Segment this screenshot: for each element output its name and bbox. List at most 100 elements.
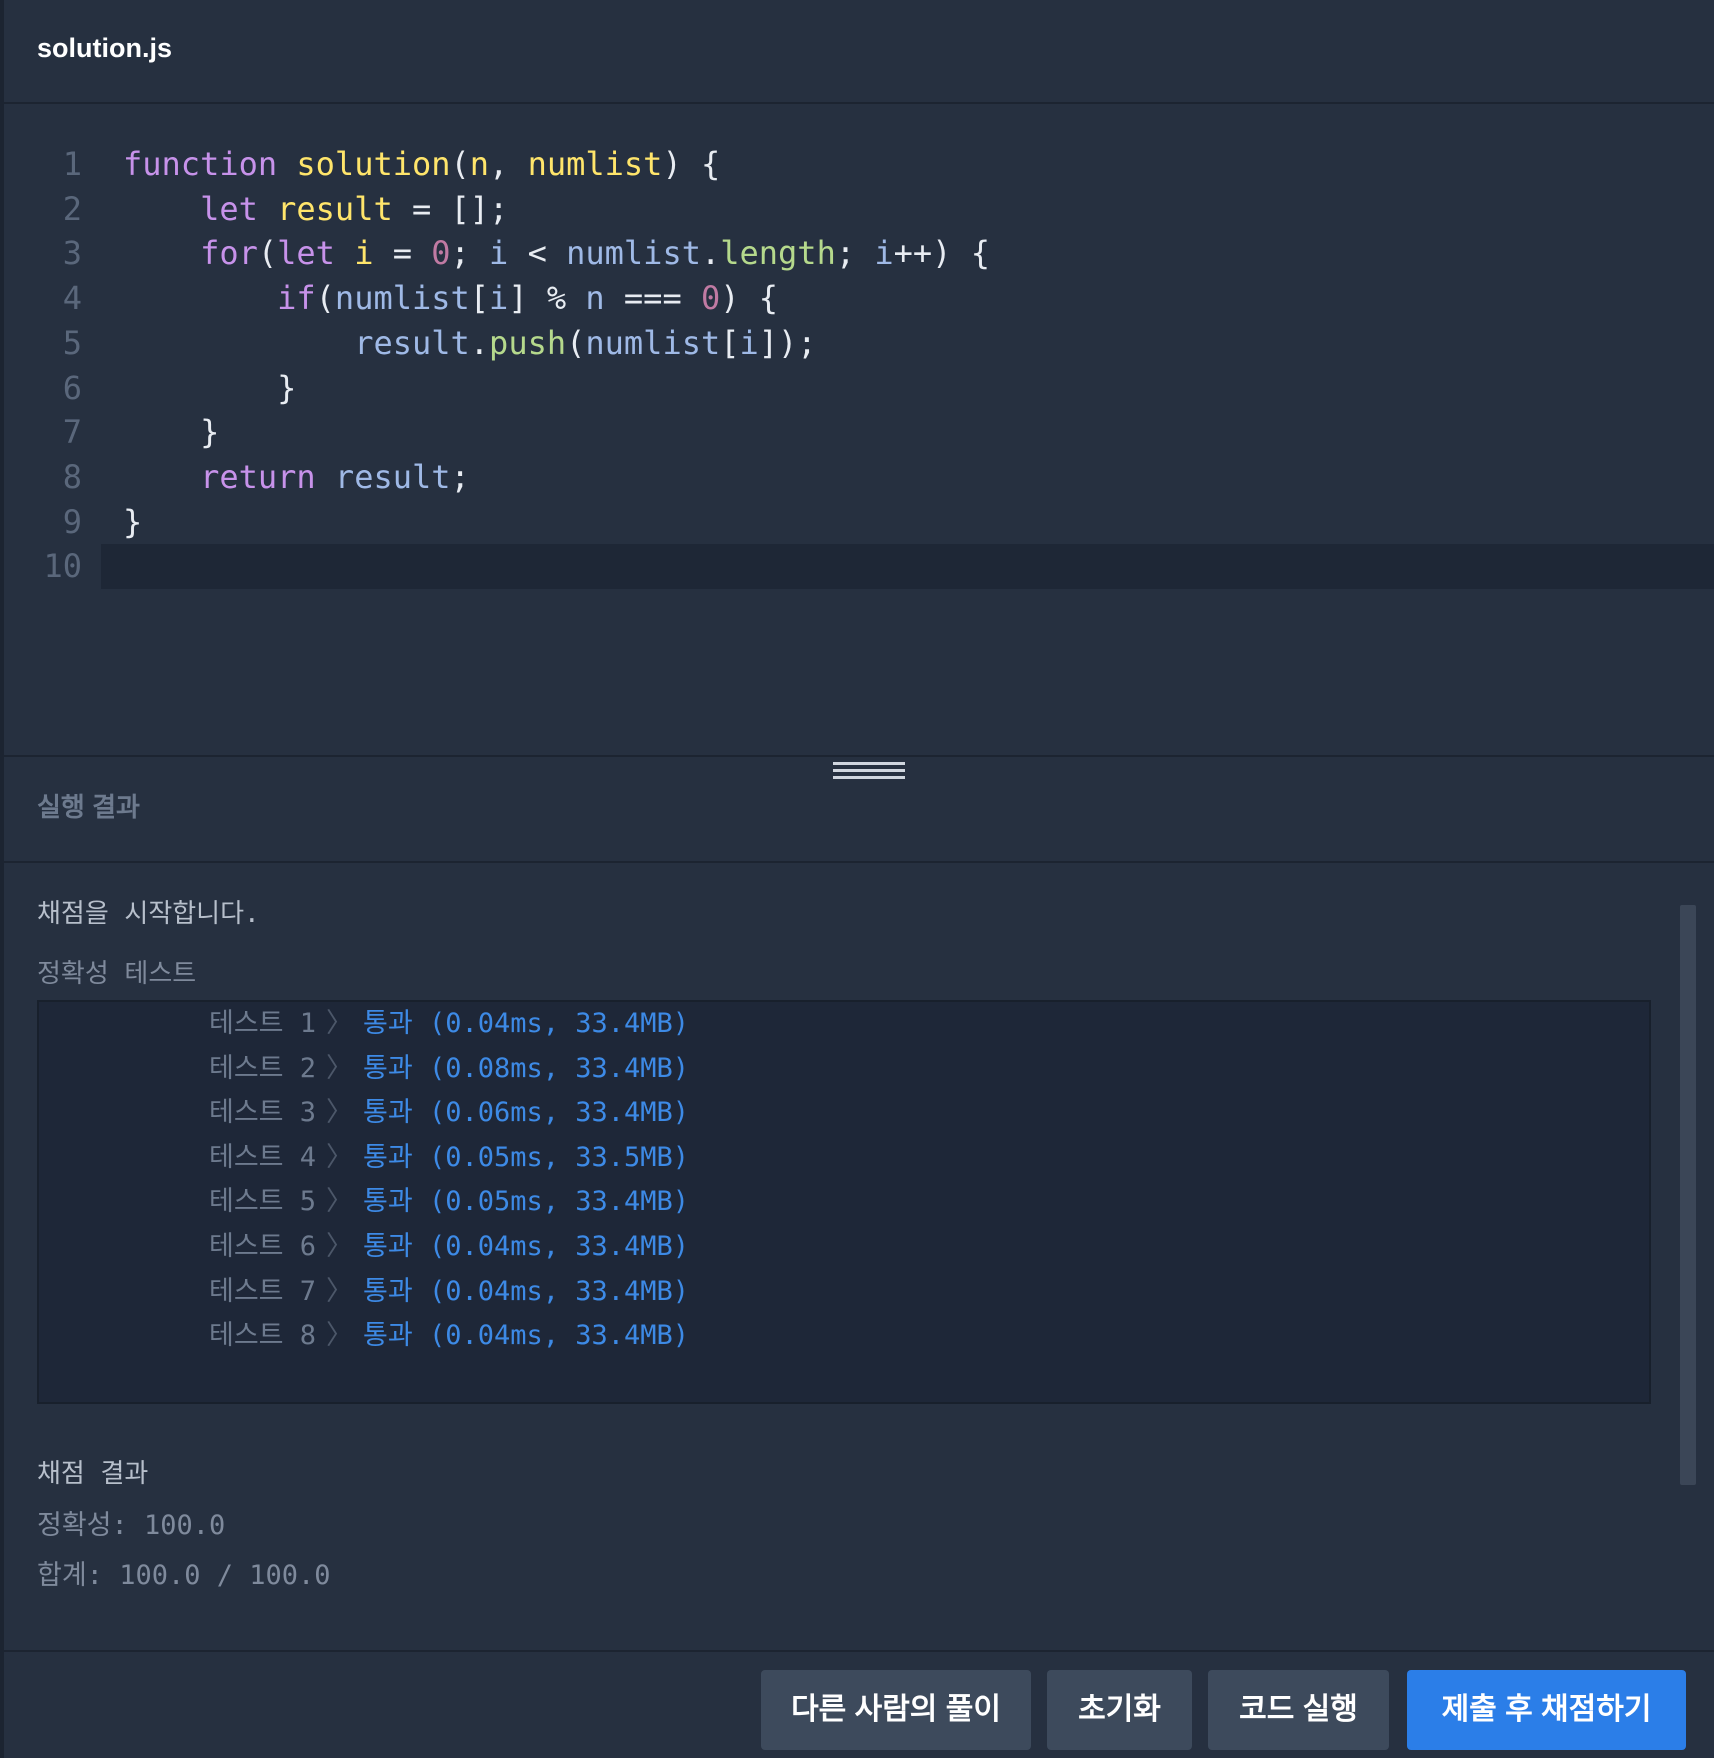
code-line[interactable]: 9} [4, 500, 1714, 545]
test-label: 테스트 6 [209, 1231, 317, 1262]
code-token: push [489, 323, 567, 362]
test-result-row: 테스트 2 〉 통과 (0.08ms, 33.4MB) [209, 1044, 689, 1094]
line-number: 7 [62, 413, 82, 452]
code-line[interactable]: 3 for(let i = 0; i < numlist.length; i++… [4, 231, 1714, 276]
score-title: 채점 결과 [37, 1459, 149, 1489]
code-token: ( [315, 279, 335, 318]
code-line[interactable]: 4 if(numlist[i] % n === 0) { [4, 276, 1714, 321]
code-token: i [489, 234, 509, 273]
code-token: for [200, 234, 258, 273]
test-result-row: 테스트 7 〉 통과 (0.04ms, 33.4MB) [209, 1267, 689, 1317]
code-token: i [354, 234, 374, 273]
resize-handle-icon[interactable] [833, 762, 905, 782]
run-code-button[interactable]: 코드 실행 [1208, 1670, 1389, 1750]
line-number: 3 [62, 234, 82, 273]
code-token: ( [257, 234, 278, 273]
code-token: ]); [758, 323, 817, 362]
chevron-right-icon: 〉 [326, 1231, 354, 1262]
test-label: 테스트 1 [209, 1008, 317, 1039]
code-token: i [489, 279, 509, 318]
code-token: = [373, 234, 432, 273]
test-label: 테스트 7 [209, 1275, 317, 1307]
code-token: return [200, 457, 316, 496]
code-line[interactable]: 6 } [4, 366, 1714, 411]
total-score: 합계: 100.0 / 100.0 [37, 1560, 331, 1591]
code-token: let [200, 189, 258, 228]
code-token: } [123, 502, 143, 541]
test-result-text: 통과 (0.04ms, 33.4MB) [363, 1320, 690, 1352]
submit-button[interactable]: 제출 후 채점하기 [1407, 1670, 1686, 1750]
line-number: 9 [62, 502, 82, 541]
line-number: 5 [62, 323, 82, 362]
chevron-right-icon: 〉 [326, 1052, 354, 1084]
code-token: n [585, 279, 605, 318]
app-window: solution.js 1 function solution(n, numlis… [0, 0, 1714, 1758]
test-label: 테스트 5 [209, 1186, 317, 1218]
code-token: numlist [585, 323, 721, 362]
code-text: if(numlist[i] % n === 0) { [123, 276, 778, 321]
chevron-right-icon: 〉 [326, 1008, 354, 1039]
code-text: return result; [123, 455, 470, 500]
active-line-highlight [101, 544, 1714, 590]
code-token: if [277, 279, 316, 318]
action-bar: 다른 사람의 풀이 초기화 코드 실행 제출 후 채점하기 [4, 1650, 1714, 1758]
line-number: 8 [62, 457, 82, 496]
accuracy-score: 정확성: 100.0 [37, 1510, 226, 1541]
code-token: numlist [527, 145, 663, 183]
code-token: ] % [508, 279, 586, 318]
line-number: 4 [62, 279, 82, 318]
test-label: 테스트 8 [209, 1320, 317, 1352]
line-number: 2 [62, 189, 82, 228]
reset-button[interactable]: 초기화 [1047, 1670, 1192, 1750]
chevron-right-icon: 〉 [326, 1097, 354, 1129]
code-token: result [277, 189, 393, 228]
code-editor[interactable]: 1 function solution(n, numlist) {2 let re… [4, 106, 1714, 756]
chevron-right-icon: 〉 [326, 1275, 354, 1307]
others-solution-button[interactable]: 다른 사람의 풀이 [761, 1670, 1031, 1750]
code-token: ++) { [893, 234, 990, 273]
test-label: 테스트 4 [209, 1141, 317, 1173]
file-name[interactable]: solution.js [37, 33, 172, 64]
code-token: let [277, 234, 335, 273]
chevron-right-icon: 〉 [326, 1141, 354, 1173]
code-token: i [874, 234, 894, 273]
code-line[interactable]: 10 [4, 544, 1714, 590]
accuracy-test-label: 정확성 테스트 [37, 959, 197, 989]
test-results-box: 테스트 1 〉 통과 (0.04ms, 33.4MB) 테스트 2 〉 통과 (0.08m… [37, 1000, 1651, 1404]
code-line[interactable]: 5 result.push(numlist[i]); [4, 321, 1714, 366]
code-token: ) { [720, 279, 779, 318]
code-token: n [469, 145, 490, 183]
code-token: numlist [566, 234, 701, 273]
code-token: } [123, 368, 297, 407]
test-result-text: 통과 (0.05ms, 33.4MB) [363, 1186, 690, 1218]
code-line[interactable]: 7 } [4, 410, 1714, 455]
test-label: 테스트 3 [209, 1097, 317, 1129]
code-line[interactable]: 8 return result; [4, 455, 1714, 500]
code-text: let result = []; [123, 187, 508, 232]
code-token: ; [450, 234, 490, 273]
code-token: . [700, 234, 721, 273]
test-result-text: 통과 (0.06ms, 33.4MB) [363, 1097, 690, 1129]
results-scrollbar[interactable] [1680, 905, 1696, 1485]
test-result-text: 통과 (0.04ms, 33.4MB) [363, 1275, 690, 1307]
code-text: for(let i = 0; i < numlist.length; i++) … [123, 231, 990, 276]
code-token: result [334, 457, 451, 496]
code-token: ( [450, 145, 470, 183]
test-result-row: 테스트 4 〉 통과 (0.05ms, 33.5MB) [209, 1133, 689, 1183]
test-result-row: 테스트 5 〉 통과 (0.05ms, 33.4MB) [209, 1177, 689, 1227]
code-token: ; [835, 234, 875, 273]
code-token: [ [720, 323, 740, 362]
code-token: function [123, 145, 278, 183]
line-number: 1 [62, 145, 82, 183]
code-line[interactable]: 1 function solution(n, numlist) { [4, 142, 1714, 187]
grading-start-text: 채점을 시작합니다. [37, 899, 260, 929]
test-result-row: 테스트 8 〉 통과 (0.04ms, 33.4MB) [209, 1311, 689, 1361]
code-text: } [123, 366, 296, 411]
code-text: } [123, 500, 142, 545]
code-text: result.push(numlist[i]); [123, 321, 817, 366]
code-line[interactable]: 2 let result = []; [4, 187, 1714, 232]
